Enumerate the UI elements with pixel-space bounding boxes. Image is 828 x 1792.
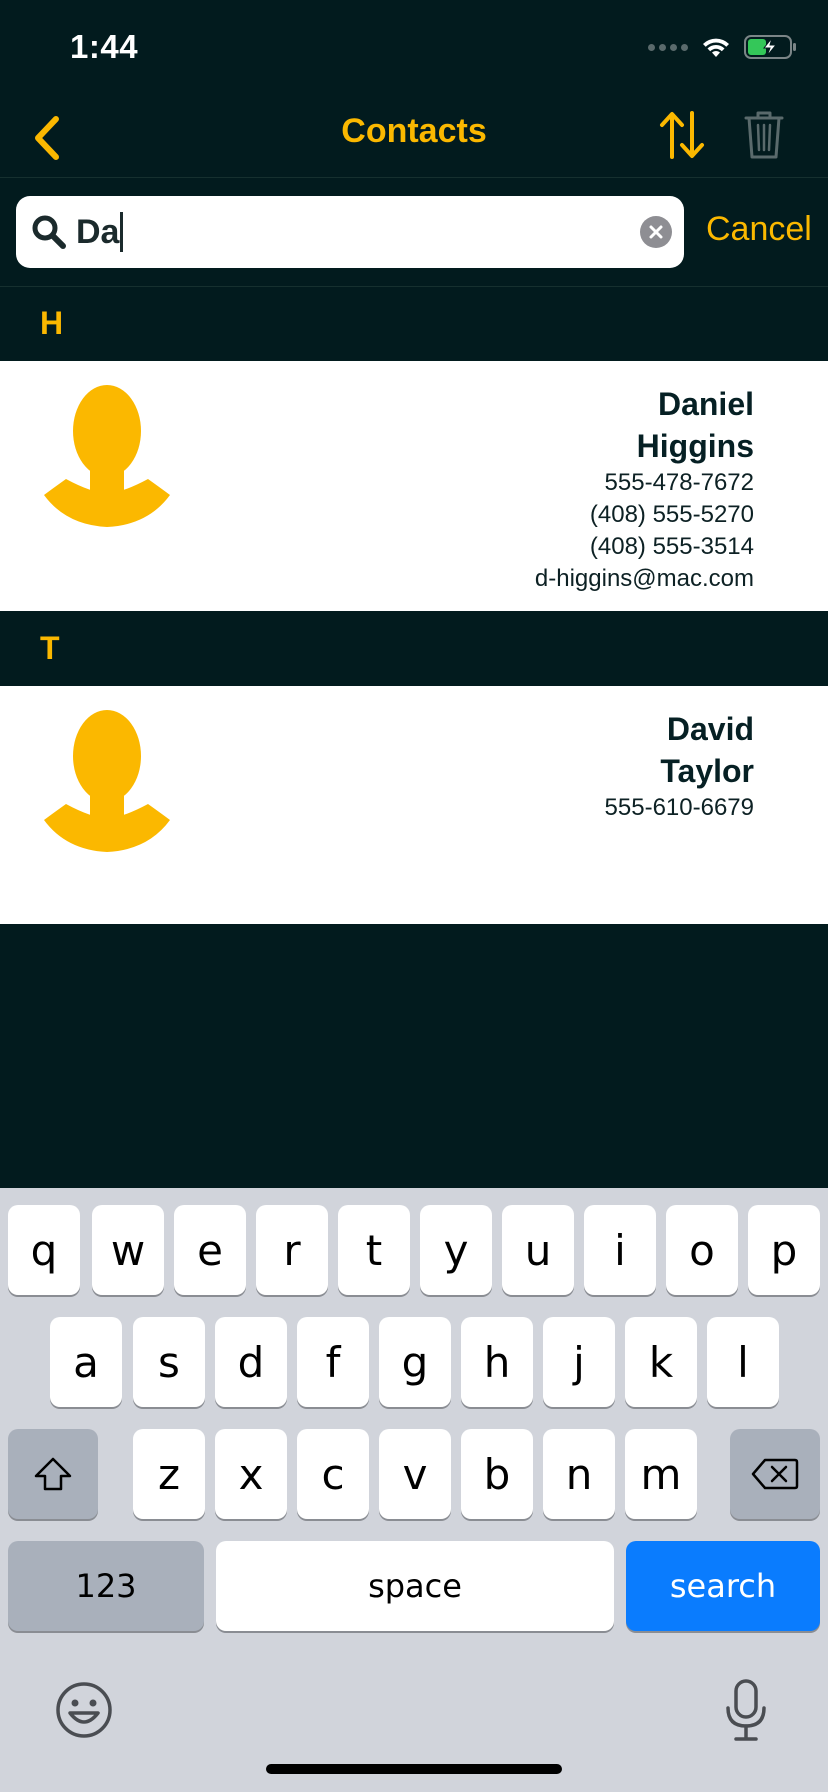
key-e[interactable]: e: [174, 1205, 246, 1295]
contact-first-name: David: [666, 711, 754, 747]
contact-row[interactable]: Daniel Higgins 555-478-7672 (408) 555-52…: [0, 361, 828, 611]
trash-icon: [744, 111, 784, 159]
key-s[interactable]: s: [133, 1317, 205, 1407]
key-t[interactable]: t: [338, 1205, 410, 1295]
divider: [0, 177, 828, 178]
key-l[interactable]: l: [707, 1317, 779, 1407]
key-z[interactable]: z: [133, 1429, 205, 1519]
battery-icon: [744, 35, 796, 59]
contact-phone: 555-610-6679: [604, 794, 754, 821]
emoji-button[interactable]: [50, 1676, 118, 1744]
home-indicator: [266, 1764, 562, 1774]
contact-phone: (408) 555-3514: [589, 533, 754, 560]
microphone-icon: [726, 1679, 766, 1741]
key-q[interactable]: q: [8, 1205, 80, 1295]
key-g[interactable]: g: [379, 1317, 451, 1407]
search-bar: Da Cancel: [0, 180, 828, 286]
avatar-icon: [44, 710, 170, 852]
section-letter: H: [40, 305, 64, 341]
wifi-icon: [703, 38, 729, 57]
clear-search-button[interactable]: [640, 216, 672, 248]
status-indicators: [648, 34, 798, 60]
status-bar: 1:44: [0, 0, 828, 100]
search-icon: [30, 213, 68, 251]
contact-row[interactable]: David Taylor 555-610-6679: [0, 686, 828, 924]
shift-key[interactable]: [8, 1429, 98, 1519]
key-u[interactable]: u: [502, 1205, 574, 1295]
key-p[interactable]: p: [748, 1205, 820, 1295]
key-d[interactable]: d: [215, 1317, 287, 1407]
key-i[interactable]: i: [584, 1205, 656, 1295]
avatar-icon: [44, 385, 170, 527]
contact-first-name: Daniel: [657, 386, 754, 422]
key-f[interactable]: f: [297, 1317, 369, 1407]
search-key[interactable]: search: [626, 1541, 820, 1631]
key-y[interactable]: y: [420, 1205, 492, 1295]
text-cursor: [120, 212, 124, 252]
emoji-icon: [56, 1682, 112, 1738]
sort-button[interactable]: [652, 104, 712, 166]
status-time: 1:44: [70, 28, 139, 65]
cancel-button[interactable]: Cancel: [706, 210, 812, 249]
delete-button[interactable]: [738, 104, 790, 166]
key-v[interactable]: v: [379, 1429, 451, 1519]
numbers-key[interactable]: 123: [8, 1541, 204, 1631]
sort-icon: [660, 111, 704, 159]
key-o[interactable]: o: [666, 1205, 738, 1295]
contact-phone: 555-478-7672: [604, 469, 754, 496]
shift-icon: [34, 1457, 72, 1491]
keyboard: q w e r t y u i o p a s d f g h j k l z …: [0, 1188, 828, 1792]
backspace-key[interactable]: [730, 1429, 820, 1519]
contact-last-name: Higgins: [636, 428, 754, 464]
key-k[interactable]: k: [625, 1317, 697, 1407]
key-x[interactable]: x: [215, 1429, 287, 1519]
key-w[interactable]: w: [92, 1205, 164, 1295]
key-a[interactable]: a: [50, 1317, 122, 1407]
contact-last-name: Taylor: [660, 753, 754, 789]
dictation-button[interactable]: [716, 1672, 776, 1748]
key-n[interactable]: n: [543, 1429, 615, 1519]
key-h[interactable]: h: [461, 1317, 533, 1407]
clear-icon: [649, 225, 663, 239]
cellular-signal-icon: [648, 43, 688, 51]
space-key[interactable]: space: [216, 1541, 614, 1631]
contact-phone: (408) 555-5270: [589, 501, 754, 528]
backspace-icon: [751, 1458, 799, 1490]
search-input[interactable]: Da: [76, 213, 119, 252]
contact-email: d-higgins@mac.com: [534, 565, 754, 592]
section-header-t: T: [0, 612, 828, 686]
key-b[interactable]: b: [461, 1429, 533, 1519]
contact-info: David Taylor 555-610-6679: [605, 708, 754, 824]
contact-info: Daniel Higgins 555-478-7672 (408) 555-52…: [535, 383, 754, 595]
search-field[interactable]: Da: [16, 196, 684, 268]
section-letter: T: [40, 630, 60, 666]
key-c[interactable]: c: [297, 1429, 369, 1519]
key-r[interactable]: r: [256, 1205, 328, 1295]
key-j[interactable]: j: [543, 1317, 615, 1407]
navigation-bar: Contacts: [0, 100, 828, 178]
key-m[interactable]: m: [625, 1429, 697, 1519]
section-header-h: H: [0, 287, 828, 361]
